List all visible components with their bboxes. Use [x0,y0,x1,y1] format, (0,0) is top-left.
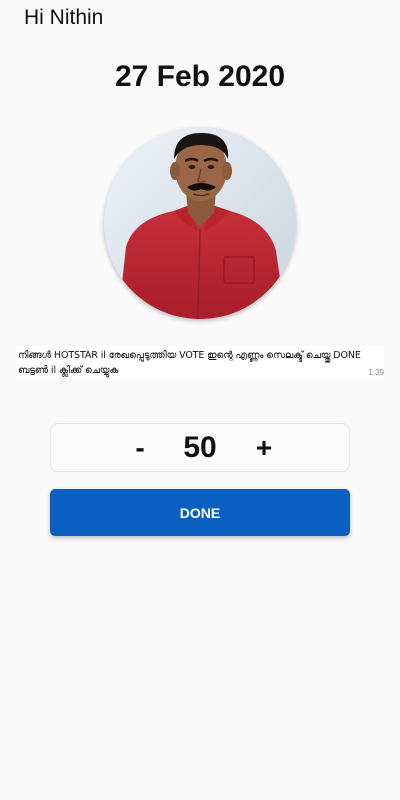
message-timestamp: 1:39 [368,368,384,377]
vote-count-stepper: - 50 + [50,423,350,472]
increment-button[interactable]: + [247,424,281,471]
profile-photo [104,127,296,319]
instruction-text: നിങ്ങൾ HOTSTAR il രേഖപ്പെടുത്തിയ VOTE ഇന… [18,350,361,376]
decrement-button[interactable]: - [123,424,157,471]
profile-avatar [104,127,296,319]
done-button[interactable]: DONE [50,489,350,536]
instruction-message: നിങ്ങൾ HOTSTAR il രേഖപ്പെടുത്തിയ VOTE ഇന… [16,346,384,378]
date-heading: 27 Feb 2020 [114,60,286,93]
vote-screen: Hi Nithin 27 Feb 2020 നിങ്ങൾ HOTSTAR il … [0,0,400,800]
greeting-text: Hi Nithin [24,6,104,29]
vote-count-value: 50 [183,431,217,464]
